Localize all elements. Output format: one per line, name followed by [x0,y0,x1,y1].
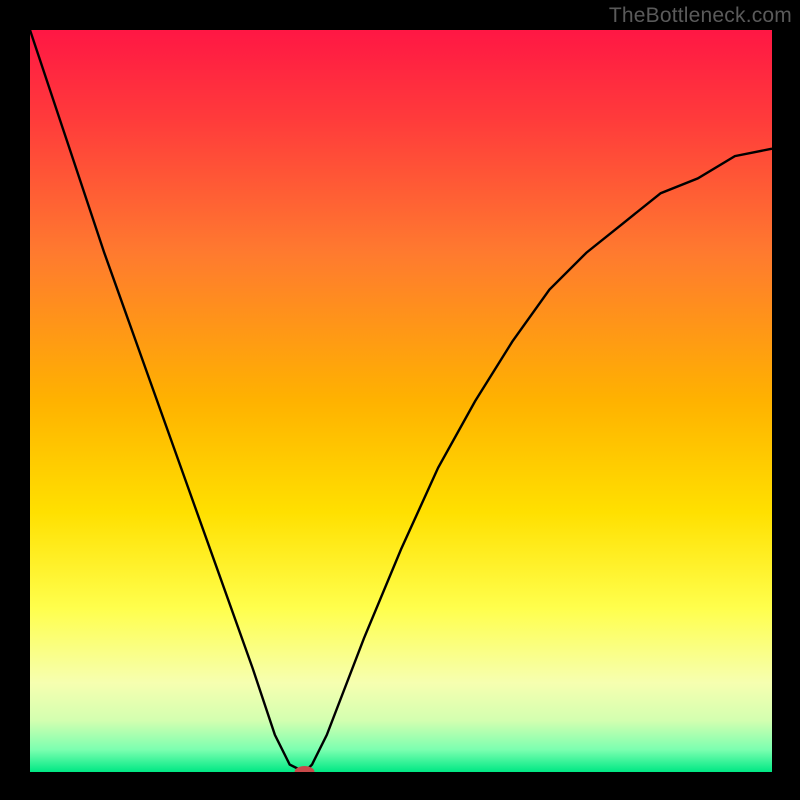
watermark-text: TheBottleneck.com [609,4,792,28]
frame [772,0,800,800]
frame [0,772,800,800]
chart-canvas: TheBottleneck.com [0,0,800,800]
bottleneck-chart [0,0,800,800]
plot-background [30,30,772,772]
frame [0,0,30,800]
